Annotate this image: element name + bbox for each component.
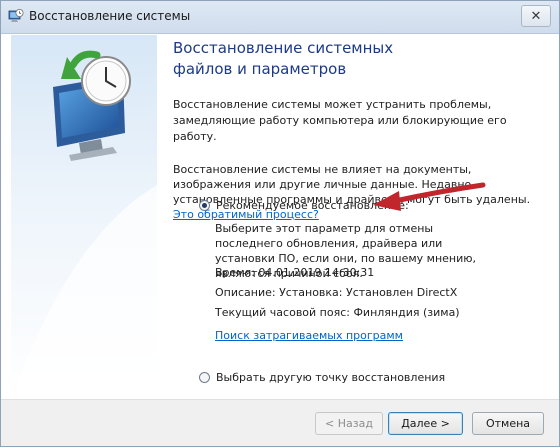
window-title: Восстановление системы: [29, 9, 191, 23]
back-button[interactable]: < Назад: [315, 412, 383, 435]
other-label: Выбрать другую точку восстановления: [216, 371, 446, 384]
next-button[interactable]: Далее >: [388, 412, 463, 435]
recommended-label: Рекомендуемое восстановление:: [216, 199, 409, 212]
restore-app-icon: [8, 9, 24, 22]
restore-time: Время: 04.01.2019 14:30:31: [215, 266, 375, 279]
intro-text: Восстановление системы может устранить п…: [173, 98, 507, 143]
restore-timezone: Текущий часовой пояс: Финляндия (зима): [215, 306, 460, 319]
other-radio[interactable]: [199, 372, 210, 383]
close-button[interactable]: ✕: [521, 5, 551, 27]
page-heading: Восстановление системных файлов и параме…: [173, 39, 394, 78]
recommended-restore-option[interactable]: Рекомендуемое восстановление:: [199, 199, 409, 212]
system-restore-window: Восстановление системы ✕ Восстановление …: [0, 0, 560, 447]
warning-text: Восстановление системы не влияет на доку…: [173, 162, 549, 222]
button-bar: < Назад Далее > Отмена: [1, 399, 559, 446]
computer-restore-icon: [11, 35, 157, 399]
radio-selected-dot: [202, 203, 207, 208]
other-restore-option[interactable]: Выбрать другую точку восстановления: [199, 371, 445, 384]
recommended-radio[interactable]: [199, 200, 210, 211]
cancel-button[interactable]: Отмена: [472, 412, 544, 435]
content-area: Восстановление системных файлов и параме…: [173, 35, 549, 222]
affected-programs-link[interactable]: Поиск затрагиваемых программ: [215, 328, 403, 343]
restore-description: Описание: Установка: Установлен DirectX: [215, 286, 458, 299]
title-bar: Восстановление системы ✕: [1, 1, 559, 34]
close-icon: ✕: [530, 8, 542, 24]
